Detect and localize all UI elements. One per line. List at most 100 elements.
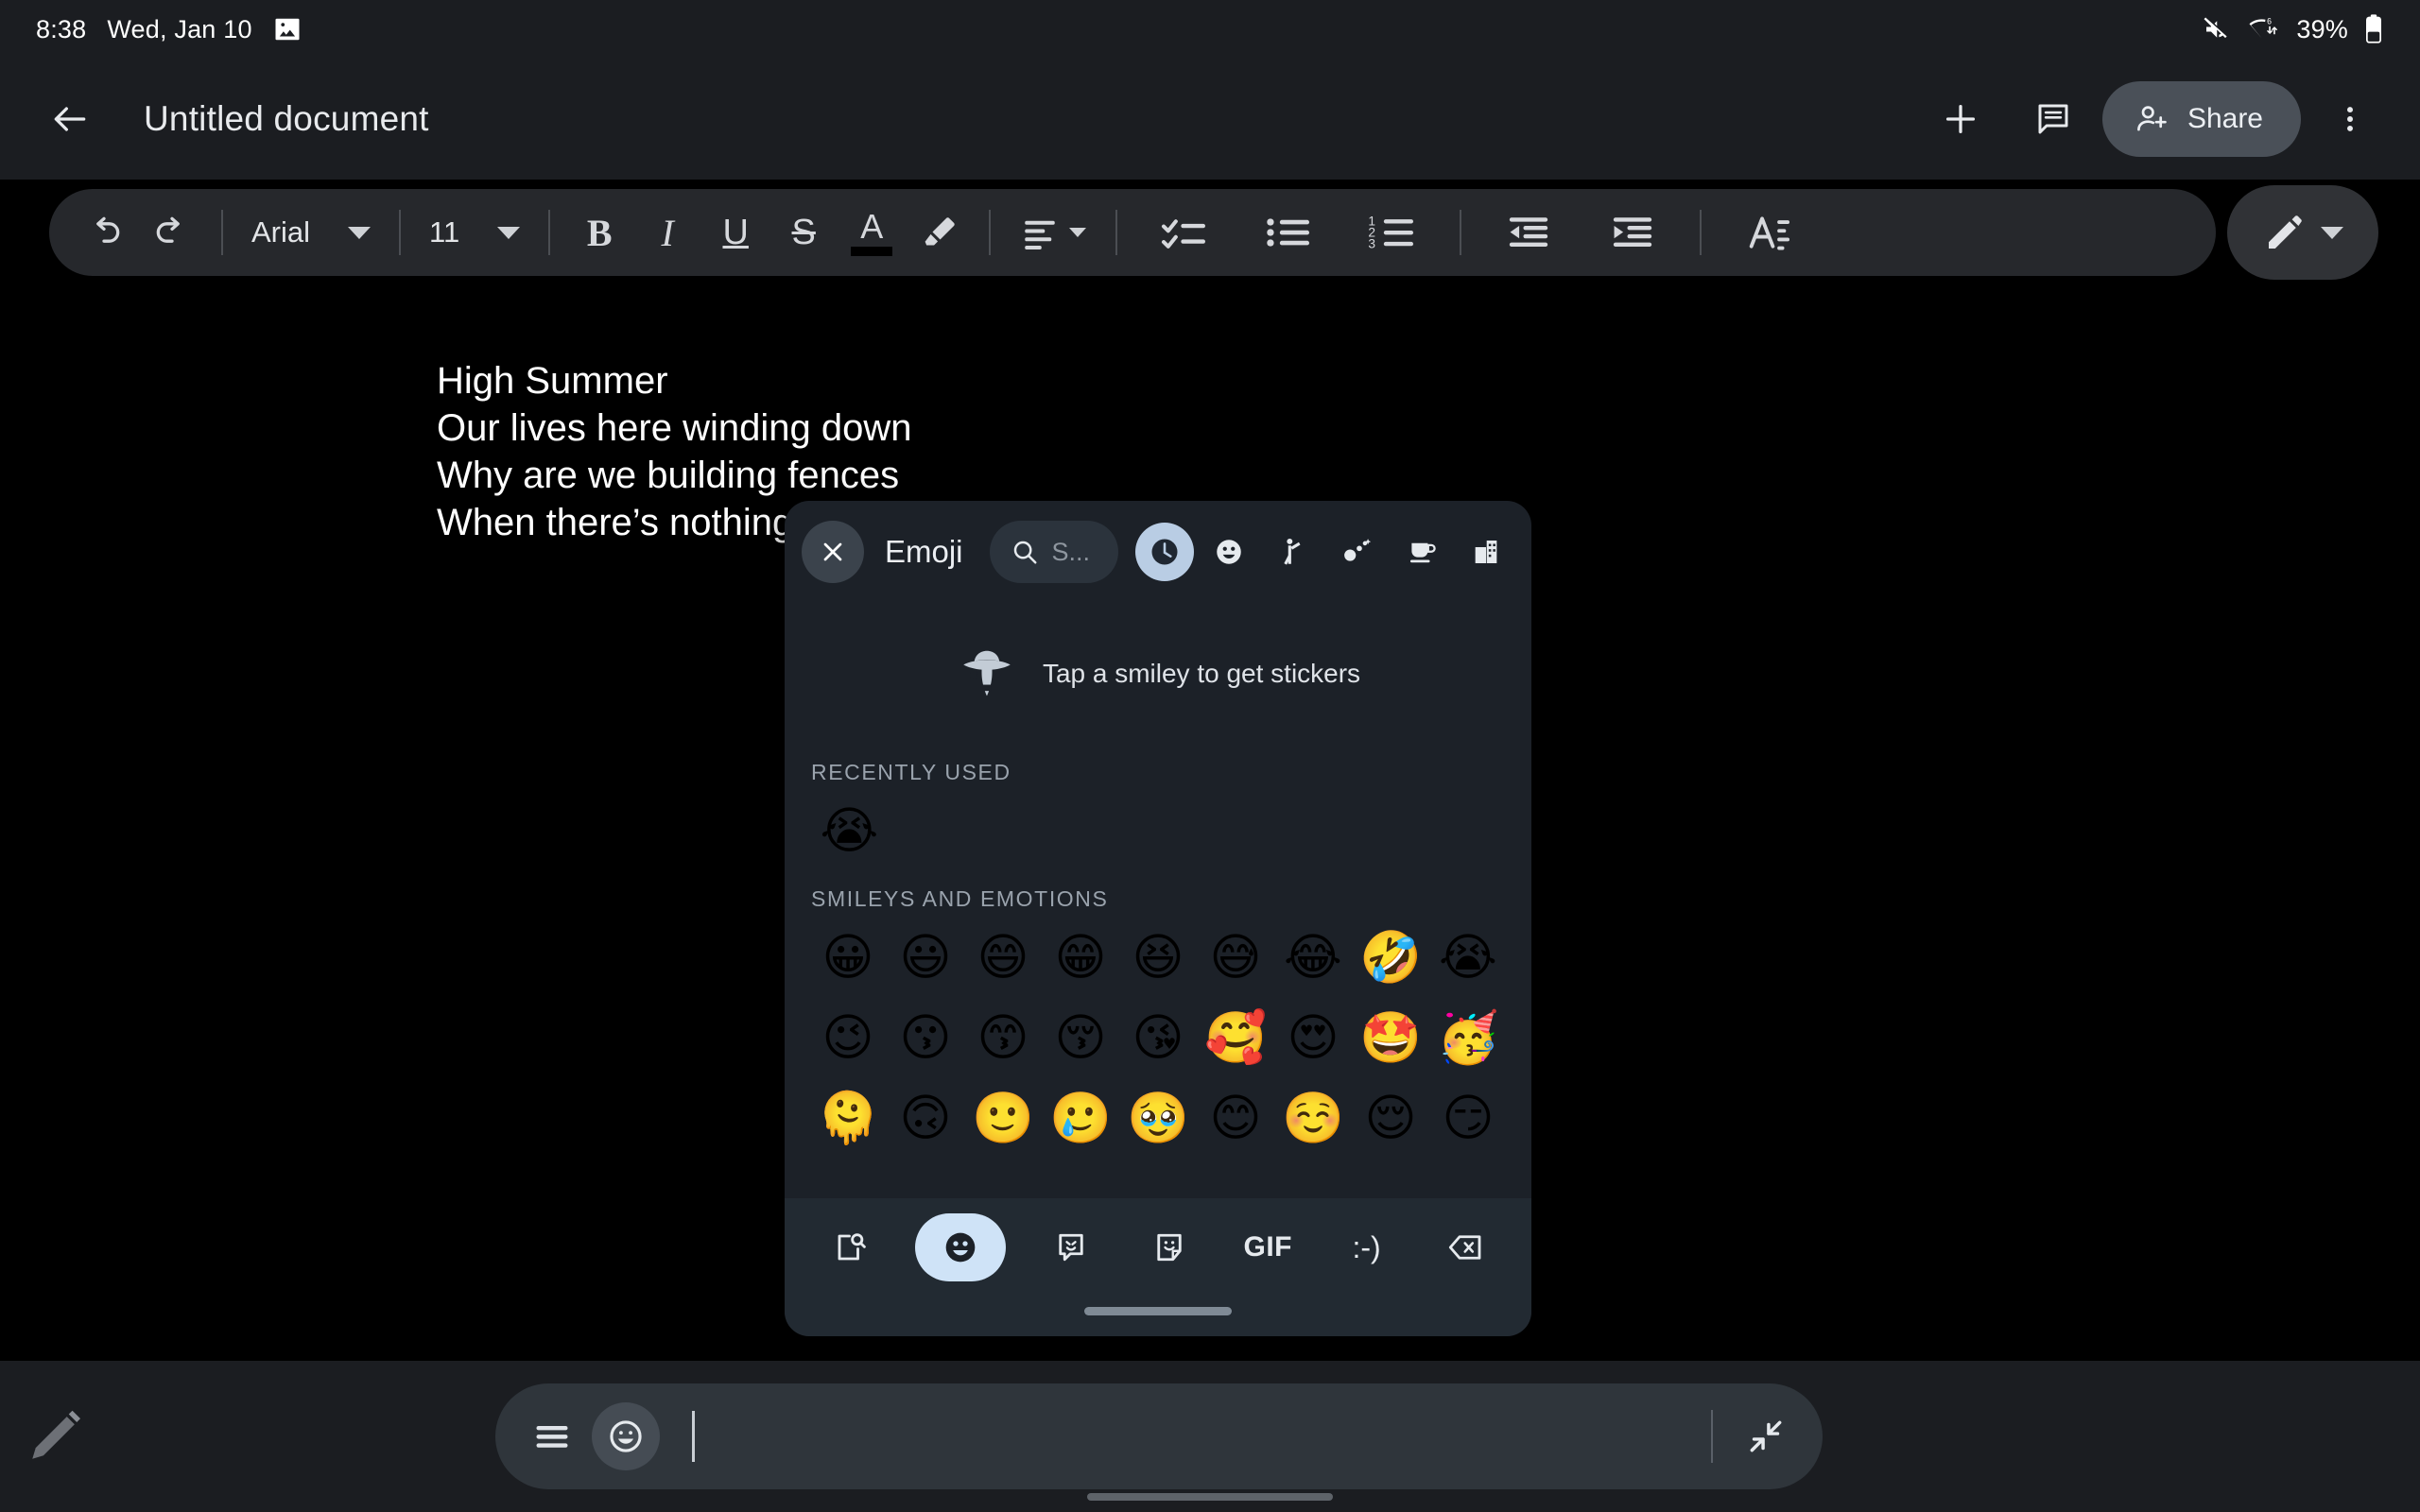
emoji-item[interactable]: 😀 bbox=[809, 918, 887, 998]
cowboy-sticker-icon bbox=[956, 643, 1018, 705]
emoji-item[interactable]: 🤩 bbox=[1352, 998, 1429, 1078]
recently-used-row: 😭 bbox=[809, 791, 1507, 871]
emoji-item[interactable]: ☺️ bbox=[1274, 1078, 1352, 1159]
highlighter-icon[interactable] bbox=[906, 195, 974, 270]
toolbar-divider bbox=[989, 210, 991, 255]
decrease-indent-icon[interactable] bbox=[1477, 195, 1581, 270]
svg-text:6: 6 bbox=[2267, 17, 2272, 26]
app-bar: Untitled document Share bbox=[0, 59, 2420, 180]
emoji-item[interactable]: 😂 bbox=[1274, 918, 1352, 998]
text-input-bar[interactable] bbox=[495, 1383, 1823, 1489]
emoji-item[interactable]: 😉 bbox=[809, 998, 887, 1078]
sticker-hint[interactable]: Tap a smiley to get stickers bbox=[809, 603, 1507, 745]
status-bar-right: 6 39% bbox=[2200, 14, 2384, 44]
emoticon-bubble-icon[interactable] bbox=[1037, 1213, 1105, 1281]
undo-icon[interactable] bbox=[70, 195, 138, 270]
document-line: High Summer bbox=[437, 357, 668, 404]
close-icon[interactable] bbox=[802, 521, 864, 583]
clipboard-search-icon[interactable] bbox=[817, 1213, 885, 1281]
status-bar-left: 8:38 Wed, Jan 10 bbox=[36, 15, 302, 44]
sticker-icon[interactable] bbox=[1135, 1213, 1203, 1281]
edit-mode-fab[interactable] bbox=[2227, 185, 2378, 280]
emoji-item[interactable]: 😆 bbox=[1119, 918, 1197, 998]
strikethrough-button[interactable]: S bbox=[769, 195, 838, 270]
emoji-item[interactable]: 🤣 bbox=[1352, 918, 1429, 998]
wifi-transfer-icon: 6 bbox=[2247, 15, 2281, 43]
screen-root: 8:38 Wed, Jan 10 6 bbox=[0, 0, 2420, 1512]
format-toolbar: Arial 11 B I U S A bbox=[49, 189, 2216, 276]
emoji-category-nature[interactable] bbox=[1328, 523, 1387, 581]
emoji-item[interactable]: 🙃 bbox=[887, 1078, 964, 1159]
text-color-button[interactable]: A bbox=[838, 195, 906, 270]
navigation-handle[interactable] bbox=[1087, 1493, 1333, 1501]
emoji-category-food[interactable] bbox=[1392, 523, 1451, 581]
underline-button[interactable]: U bbox=[701, 195, 769, 270]
redo-icon[interactable] bbox=[138, 195, 206, 270]
checklist-icon[interactable] bbox=[1132, 195, 1236, 270]
emoji-search-input[interactable]: S... bbox=[990, 521, 1118, 583]
kaomoji-button[interactable]: :-) bbox=[1333, 1213, 1401, 1281]
emoji-item[interactable]: 😄 bbox=[964, 918, 1042, 998]
emoji-item[interactable]: 😗 bbox=[887, 998, 964, 1078]
align-dropdown[interactable] bbox=[1006, 195, 1100, 270]
toolbar-divider bbox=[548, 210, 550, 255]
keyboard-mode-row: GIF :-) bbox=[785, 1198, 1531, 1297]
emoji-item[interactable]: 🙂 bbox=[964, 1078, 1042, 1159]
gif-button[interactable]: GIF bbox=[1234, 1213, 1302, 1281]
font-family-dropdown[interactable]: Arial bbox=[238, 215, 384, 249]
back-arrow-icon[interactable] bbox=[34, 83, 106, 155]
emoji-item[interactable]: 😭 bbox=[809, 791, 890, 871]
emoji-item[interactable]: 😊 bbox=[1197, 1078, 1274, 1159]
emoji-item[interactable]: 😅 bbox=[1197, 918, 1274, 998]
image-icon[interactable] bbox=[273, 15, 302, 43]
plus-icon[interactable] bbox=[1925, 83, 1996, 155]
emoji-category-people[interactable] bbox=[1264, 523, 1322, 581]
emoji-category-recent[interactable] bbox=[1135, 523, 1194, 581]
emoji-grid-row: 🫠 🙃 🙂 🥲 🥹 😊 ☺️ 😌 😏 bbox=[809, 1078, 1507, 1159]
battery-percent: 39% bbox=[2296, 15, 2348, 44]
emoji-item[interactable]: 😏 bbox=[1429, 1078, 1507, 1159]
font-size-dropdown[interactable]: 11 bbox=[416, 215, 533, 249]
emoji-panel-header: Emoji S... bbox=[785, 501, 1531, 603]
emoji-category-tabs bbox=[1135, 523, 1515, 581]
keyboard-drag-handle[interactable] bbox=[1084, 1307, 1232, 1315]
text-styles-icon[interactable] bbox=[1717, 195, 1821, 270]
emoji-item[interactable]: 🫠 bbox=[809, 1078, 887, 1159]
sticker-hint-text: Tap a smiley to get stickers bbox=[1043, 659, 1360, 689]
document-line: Why are we building fences bbox=[437, 452, 899, 499]
emoji-item[interactable]: 😍 bbox=[1274, 998, 1352, 1078]
bold-button[interactable]: B bbox=[565, 195, 633, 270]
backspace-icon[interactable] bbox=[1431, 1213, 1499, 1281]
emoji-item[interactable]: 😁 bbox=[1042, 918, 1119, 998]
stylus-icon[interactable] bbox=[13, 1397, 95, 1478]
text-color-label: A bbox=[860, 210, 883, 244]
share-button[interactable]: Share bbox=[2102, 81, 2301, 157]
emoji-item[interactable]: 😙 bbox=[964, 998, 1042, 1078]
emoji-keyboard-button[interactable] bbox=[915, 1213, 1006, 1281]
emoji-category-travel[interactable] bbox=[1457, 523, 1515, 581]
italic-button[interactable]: I bbox=[633, 195, 701, 270]
input-divider bbox=[1711, 1410, 1713, 1463]
emoji-item[interactable]: 🥹 bbox=[1119, 1078, 1197, 1159]
emoji-item[interactable]: 🥲 bbox=[1042, 1078, 1119, 1159]
bulleted-list-icon[interactable] bbox=[1236, 195, 1340, 270]
numbered-list-icon[interactable]: 1 2 3 bbox=[1340, 195, 1444, 270]
emoji-item[interactable]: 😌 bbox=[1352, 1078, 1429, 1159]
emoji-item[interactable]: 😃 bbox=[887, 918, 964, 998]
battery-icon bbox=[2363, 14, 2384, 44]
emoji-item[interactable]: 😘 bbox=[1119, 998, 1197, 1078]
emoji-panel: Emoji S... bbox=[785, 501, 1531, 1336]
smileys-section-title: SMILEYS AND EMOTIONS bbox=[811, 886, 1507, 912]
emoji-face-icon[interactable] bbox=[592, 1402, 660, 1470]
increase-indent-icon[interactable] bbox=[1581, 195, 1685, 270]
emoji-item[interactable]: 😭 bbox=[1429, 918, 1507, 998]
document-title[interactable]: Untitled document bbox=[144, 99, 429, 139]
emoji-category-smileys[interactable] bbox=[1200, 523, 1258, 581]
emoji-item[interactable]: 🥰 bbox=[1197, 998, 1274, 1078]
emoji-item[interactable]: 😚 bbox=[1042, 998, 1119, 1078]
emoji-item[interactable]: 🥳 bbox=[1429, 998, 1507, 1078]
hamburger-menu-icon[interactable] bbox=[531, 1416, 573, 1457]
kebab-menu-icon[interactable] bbox=[2314, 83, 2386, 155]
comment-icon[interactable] bbox=[2017, 83, 2089, 155]
collapse-keyboard-icon[interactable] bbox=[1745, 1416, 1787, 1457]
